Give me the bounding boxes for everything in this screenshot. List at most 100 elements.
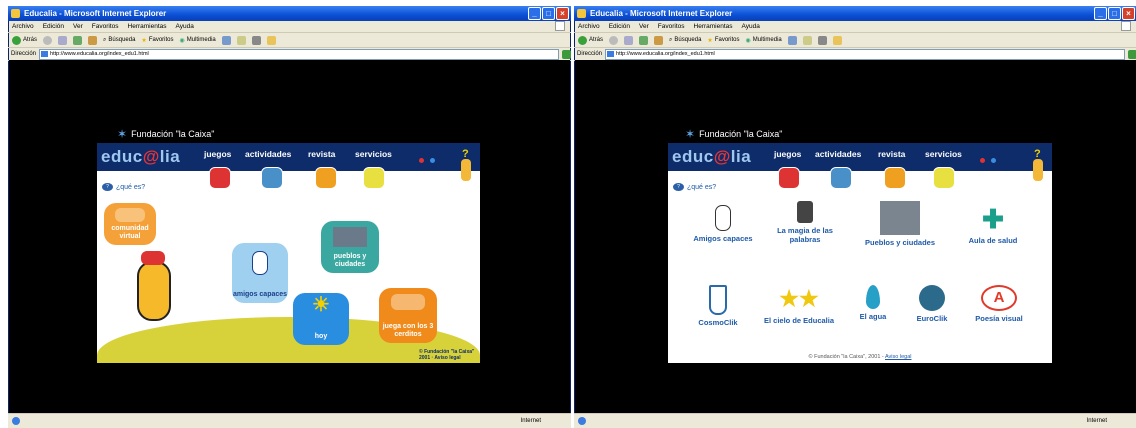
nav-juegos[interactable]: juegos [204,149,231,159]
menu-ayuda[interactable]: Ayuda [742,21,760,32]
health-cross-icon: ✚ [982,204,1004,234]
mail-icon[interactable] [236,35,246,45]
menu-herramientas[interactable]: Herramientas [694,21,733,32]
que-es-link[interactable]: ? ¿qué es? [102,183,145,191]
servicios-icon[interactable] [933,167,955,189]
page-icon [607,50,615,57]
toolbar: Atrás ⌕ Búsqueda ★ Favoritos ◉ Multimedia [8,33,571,48]
group-icon [115,208,145,222]
mail-icon[interactable] [802,35,812,45]
edit-icon[interactable] [266,35,276,45]
forward-icon[interactable] [43,35,53,45]
tile-pueblos-ciudades[interactable]: pueblos y ciudades [321,221,379,273]
aviso-legal-link[interactable]: Aviso legal [885,354,912,360]
favorites-button[interactable]: ★ Favoritos [141,37,173,44]
star-icon: ★ [141,37,147,44]
menu-edicion[interactable]: Edición [43,21,64,32]
home-icon[interactable] [88,35,98,45]
windows-logo-icon [555,21,565,31]
stop-icon[interactable] [58,35,68,45]
maximize-button[interactable]: □ [542,7,555,20]
tile-amigos-capaces[interactable]: amigos capaces [232,243,288,303]
multimedia-button[interactable]: ◉ Multimedia [180,37,216,44]
menu-herramientas[interactable]: Herramientas [128,21,167,32]
print-icon[interactable] [251,35,261,45]
menu-ver[interactable]: Ver [73,21,83,32]
address-input[interactable]: http://www.educalia.org/index_edu1.html [39,48,559,60]
back-button[interactable]: Atrás [578,35,603,45]
close-button[interactable]: × [556,7,569,20]
nav-revista[interactable]: revista [878,149,905,159]
activity-aula-salud[interactable]: ✚ Aula de salud [958,205,1028,245]
activity-amigos-capaces[interactable]: Amigos capaces [688,205,758,243]
activity-magia-palabras[interactable]: La magia de las palabras [770,201,840,244]
history-icon[interactable] [787,35,797,45]
refresh-icon[interactable] [73,35,83,45]
maximize-button[interactable]: □ [1108,7,1121,20]
nav-actividades[interactable]: actividades [815,149,861,159]
address-label: Dirección [11,51,37,57]
menu-favoritos[interactable]: Favoritos [658,21,685,32]
minimize-button[interactable]: _ [528,7,541,20]
actividades-icon[interactable] [830,167,852,189]
educalia-logo[interactable]: educ@lia [672,147,751,167]
red-dot [980,158,985,163]
address-input[interactable]: http://www.educalia.org/index_edu1.html [605,48,1125,60]
close-button[interactable]: × [1122,7,1135,20]
nav-juegos[interactable]: juegos [774,149,801,159]
menu-favoritos[interactable]: Favoritos [92,21,119,32]
favorites-button[interactable]: ★ Favoritos [707,37,739,44]
menu-ver[interactable]: Ver [639,21,649,32]
city-icon [333,227,367,247]
multimedia-button[interactable]: ◉ Multimedia [746,37,782,44]
que-es-link[interactable]: ? ¿qué es? [673,183,716,191]
activity-euroclik[interactable]: EuroClik [904,285,960,323]
search-button[interactable]: ⌕ Búsqueda [669,37,701,44]
menu-archivo[interactable]: Archivo [12,21,34,32]
forward-icon[interactable] [609,35,619,45]
foundation-logo[interactable]: ✶ Fundación "la Caixa" [117,127,215,141]
activity-poesia-visual[interactable]: A Poesía visual [964,285,1034,323]
go-button[interactable] [562,49,571,59]
educalia-logo[interactable]: educ@lia [101,147,180,167]
activity-cielo-educalia[interactable]: ★★ El cielo de Educalia [756,285,842,325]
minimize-button[interactable]: _ [1094,7,1107,20]
go-button[interactable] [1128,49,1136,59]
city-icon [880,201,920,235]
refresh-icon[interactable] [639,35,649,45]
foundation-logo[interactable]: ✶ Fundación "la Caixa" [685,127,783,141]
activity-cosmoclik[interactable]: CosmoClik [688,285,748,327]
magic-hat-icon [797,201,813,223]
back-button[interactable]: Atrás [12,35,37,45]
search-button[interactable]: ⌕ Búsqueda [103,37,135,44]
activity-pueblos-ciudades[interactable]: Pueblos y ciudades [860,201,940,247]
juegos-icon[interactable] [209,167,231,189]
home-icon[interactable] [654,35,664,45]
zone-label: Internet [520,418,541,424]
tile-juega-cerditos[interactable]: juega con los 3 cerditos [379,288,437,343]
menu-bar: Archivo Edición Ver Favoritos Herramient… [574,21,1136,33]
edit-icon[interactable] [832,35,842,45]
tile-comunidad-virtual[interactable]: comunidad virtual [104,203,156,245]
print-icon[interactable] [817,35,827,45]
nav-revista[interactable]: revista [308,149,335,159]
blue-dot [430,158,435,163]
mascot-hat [141,251,165,265]
menu-edicion[interactable]: Edición [609,21,630,32]
nav-servicios[interactable]: servicios [355,149,392,159]
menu-ayuda[interactable]: Ayuda [176,21,194,32]
menu-archivo[interactable]: Archivo [578,21,600,32]
nav-actividades[interactable]: actividades [245,149,291,159]
nav-servicios[interactable]: servicios [925,149,962,159]
revista-icon[interactable] [884,167,906,189]
activity-el-agua[interactable]: El agua [848,285,898,321]
toolbar: Atrás ⌕ Búsqueda ★ Favoritos ◉ Multimedia [574,33,1136,48]
servicios-icon[interactable] [363,167,385,189]
tile-hoy[interactable]: ☀ hoy [293,293,349,345]
stop-icon[interactable] [624,35,634,45]
history-icon[interactable] [221,35,231,45]
page-viewport: ✶ Fundación "la Caixa" educ@lia juegos a… [9,60,570,414]
juegos-icon[interactable] [778,167,800,189]
actividades-icon[interactable] [261,167,283,189]
revista-icon[interactable] [315,167,337,189]
